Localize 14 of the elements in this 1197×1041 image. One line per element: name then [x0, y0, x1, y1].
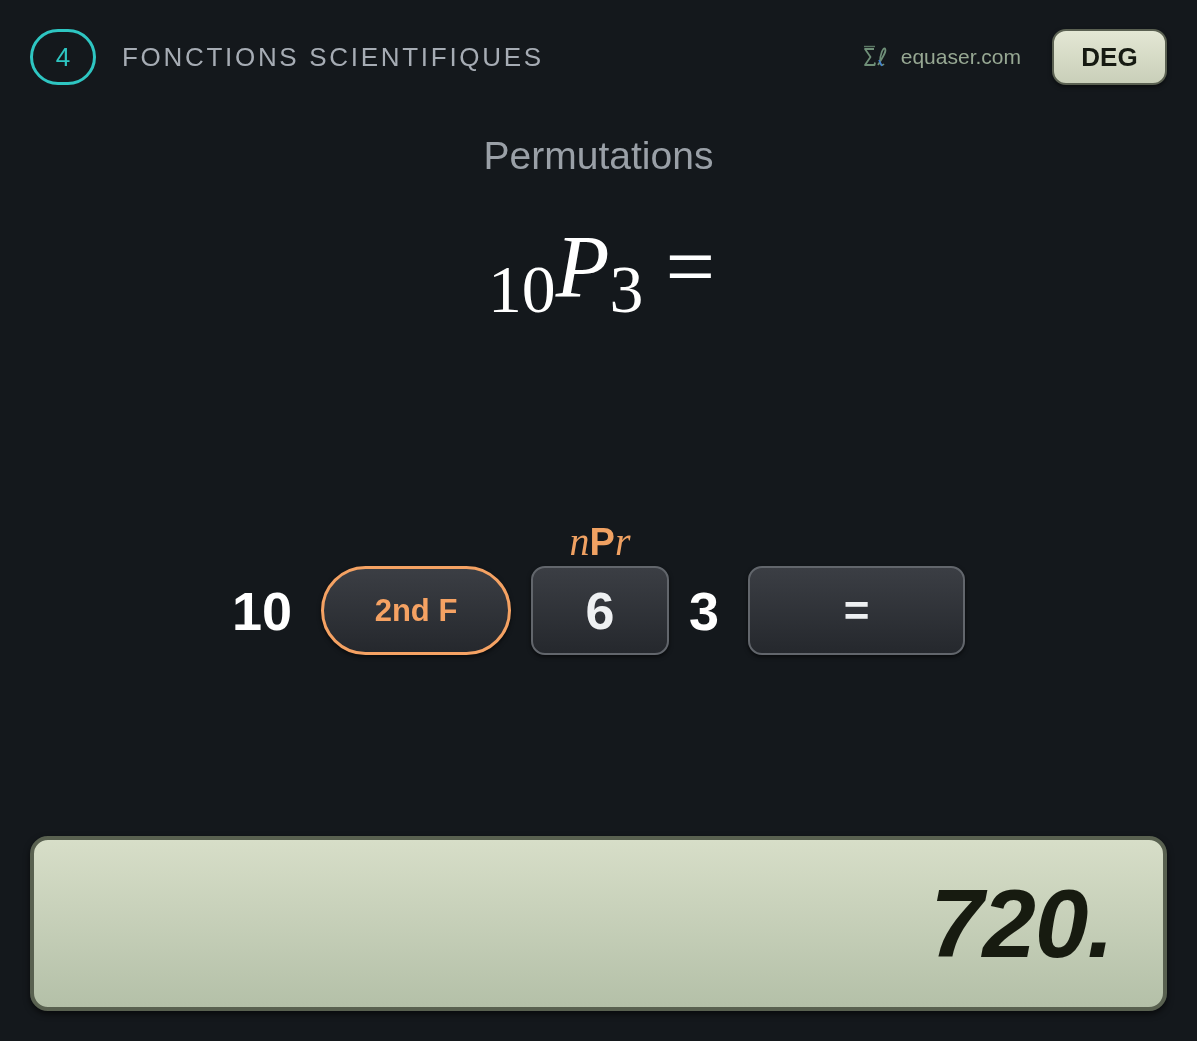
- section-title: FONCTIONS SCIENTIFIQUES: [122, 41, 544, 73]
- logo-icon: [862, 45, 889, 69]
- function-name: Permutations: [483, 133, 714, 179]
- typed-number: 10: [231, 579, 292, 643]
- formula: $_{10}$P$_{3}$ =: [487, 217, 715, 317]
- calculator-key[interactable]: 6: [531, 566, 669, 655]
- step-number-badge: 4: [30, 29, 96, 85]
- site-name: equaser.com: [900, 45, 1021, 69]
- calculator-key[interactable]: =: [748, 566, 966, 655]
- second-function-label: nPr: [569, 520, 631, 564]
- typed-number: 3: [689, 579, 720, 643]
- result-value: 720.: [930, 868, 1113, 979]
- calculator-key[interactable]: 2nd F: [321, 566, 511, 655]
- angle-mode-button[interactable]: DEG: [1052, 29, 1167, 85]
